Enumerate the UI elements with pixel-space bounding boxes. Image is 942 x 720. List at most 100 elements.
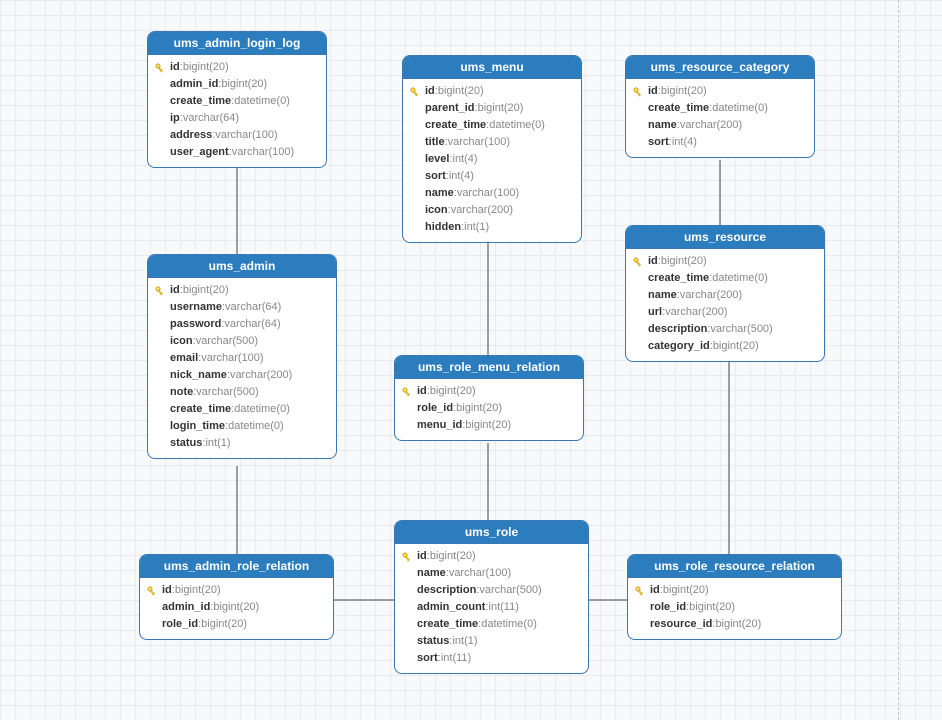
- column-row[interactable]: status: int(1): [401, 633, 582, 650]
- column-row[interactable]: category_id: bigint(20): [632, 338, 818, 355]
- column-name: create_time: [648, 270, 709, 287]
- column-row[interactable]: id: bigint(20): [401, 383, 577, 400]
- column-name: icon: [425, 202, 448, 219]
- column-row[interactable]: menu_id: bigint(20): [401, 417, 577, 434]
- column-row[interactable]: admin_id: bigint(20): [154, 76, 320, 93]
- column-row[interactable]: description: varchar(500): [401, 582, 582, 599]
- entity-ums_resource_category[interactable]: ums_resource_category id: bigint(20)creat…: [625, 55, 815, 158]
- column-row[interactable]: user_agent: varchar(100): [154, 144, 320, 161]
- column-row[interactable]: ip: varchar(64): [154, 110, 320, 127]
- column-row[interactable]: create_time: datetime(0): [632, 100, 808, 117]
- column-row[interactable]: parent_id: bigint(20): [409, 100, 575, 117]
- entity-ums_resource[interactable]: ums_resource id: bigint(20)create_time: d…: [625, 225, 825, 362]
- column-row[interactable]: role_id: bigint(20): [634, 599, 835, 616]
- column-row[interactable]: hidden: int(1): [409, 219, 575, 236]
- column-row[interactable]: status: int(1): [154, 435, 330, 452]
- column-type: datetime(0): [712, 270, 768, 287]
- column-row[interactable]: id: bigint(20): [634, 582, 835, 599]
- column-name: nick_name: [170, 367, 227, 384]
- column-row[interactable]: create_time: datetime(0): [154, 93, 320, 110]
- entity-ums_admin[interactable]: ums_admin id: bigint(20)username: varchar…: [147, 254, 337, 459]
- column-name: icon: [170, 333, 193, 350]
- column-row[interactable]: create_time: datetime(0): [632, 270, 818, 287]
- column-row[interactable]: admin_count: int(11): [401, 599, 582, 616]
- column-type: bigint(20): [663, 582, 709, 599]
- column-name: role_id: [650, 599, 686, 616]
- column-row[interactable]: name: varchar(100): [401, 565, 582, 582]
- column-name: sort: [425, 168, 446, 185]
- column-name: status: [170, 435, 202, 452]
- column-row[interactable]: sort: int(4): [409, 168, 575, 185]
- entity-body: id: bigint(20)admin_id: bigint(20)role_i…: [140, 578, 333, 639]
- entity-header[interactable]: ums_role_resource_relation: [628, 555, 841, 578]
- column-type: varchar(100): [232, 144, 294, 161]
- column-row[interactable]: id: bigint(20): [632, 83, 808, 100]
- column-row[interactable]: icon: varchar(500): [154, 333, 330, 350]
- column-name: description: [648, 321, 707, 338]
- column-row[interactable]: title: varchar(100): [409, 134, 575, 151]
- column-row[interactable]: create_time: datetime(0): [409, 117, 575, 134]
- column-row[interactable]: id: bigint(20): [154, 59, 320, 76]
- column-name: login_time: [170, 418, 225, 435]
- entity-ums_role[interactable]: ums_role id: bigint(20)name: varchar(100)…: [394, 520, 589, 674]
- column-name: status: [417, 633, 449, 650]
- column-name: sort: [648, 134, 669, 151]
- entity-ums_admin_login_log[interactable]: ums_admin_login_log id: bigint(20)admin_i…: [147, 31, 327, 168]
- entity-ums_role_menu_relation[interactable]: ums_role_menu_relation id: bigint(20)role…: [394, 355, 584, 441]
- column-row[interactable]: resource_id: bigint(20): [634, 616, 835, 633]
- entity-header[interactable]: ums_admin_role_relation: [140, 555, 333, 578]
- column-row[interactable]: create_time: datetime(0): [154, 401, 330, 418]
- column-row[interactable]: name: varchar(100): [409, 185, 575, 202]
- entity-ums_role_resource_relation[interactable]: ums_role_resource_relation id: bigint(20)…: [627, 554, 842, 640]
- entity-header[interactable]: ums_resource: [626, 226, 824, 249]
- column-row[interactable]: id: bigint(20): [146, 582, 327, 599]
- column-type: varchar(100): [457, 185, 519, 202]
- column-row[interactable]: id: bigint(20): [409, 83, 575, 100]
- column-row[interactable]: id: bigint(20): [154, 282, 330, 299]
- column-row[interactable]: role_id: bigint(20): [146, 616, 327, 633]
- column-type: bigint(20): [183, 59, 229, 76]
- entity-header[interactable]: ums_resource_category: [626, 56, 814, 79]
- column-row[interactable]: sort: int(11): [401, 650, 582, 667]
- column-row[interactable]: password: varchar(64): [154, 316, 330, 333]
- column-row[interactable]: email: varchar(100): [154, 350, 330, 367]
- column-row[interactable]: admin_id: bigint(20): [146, 599, 327, 616]
- column-row[interactable]: address: varchar(100): [154, 127, 320, 144]
- column-name: parent_id: [425, 100, 475, 117]
- er-diagram-canvas[interactable]: ums_admin_login_logid: bigint(20)admin_i…: [0, 0, 942, 720]
- entity-header[interactable]: ums_role_menu_relation: [395, 356, 583, 379]
- entity-header[interactable]: ums_admin: [148, 255, 336, 278]
- column-row[interactable]: role_id: bigint(20): [401, 400, 577, 417]
- column-type: varchar(200): [451, 202, 513, 219]
- entity-header[interactable]: ums_role: [395, 521, 588, 544]
- column-name: id: [425, 83, 435, 100]
- column-name: name: [648, 117, 677, 134]
- column-type: int(4): [449, 168, 474, 185]
- column-type: int(11): [441, 650, 471, 667]
- column-row[interactable]: create_time: datetime(0): [401, 616, 582, 633]
- entity-ums_menu[interactable]: ums_menu id: bigint(20)parent_id: bigint(…: [402, 55, 582, 243]
- column-type: varchar(100): [201, 350, 263, 367]
- column-row[interactable]: id: bigint(20): [632, 253, 818, 270]
- column-row[interactable]: note: varchar(500): [154, 384, 330, 401]
- column-row[interactable]: name: varchar(200): [632, 117, 808, 134]
- entity-header[interactable]: ums_admin_login_log: [148, 32, 326, 55]
- column-row[interactable]: id: bigint(20): [401, 548, 582, 565]
- column-type: bigint(20): [175, 582, 221, 599]
- column-row[interactable]: description: varchar(500): [632, 321, 818, 338]
- column-name: category_id: [648, 338, 710, 355]
- column-row[interactable]: nick_name: varchar(200): [154, 367, 330, 384]
- column-row[interactable]: name: varchar(200): [632, 287, 818, 304]
- column-row[interactable]: icon: varchar(200): [409, 202, 575, 219]
- column-row[interactable]: username: varchar(64): [154, 299, 330, 316]
- column-type: varchar(200): [680, 117, 742, 134]
- entity-ums_admin_role_relation[interactable]: ums_admin_role_relationid: bigint(20)adm…: [139, 554, 334, 640]
- primary-key-icon: [409, 86, 425, 98]
- column-type: datetime(0): [234, 93, 290, 110]
- column-row[interactable]: url: varchar(200): [632, 304, 818, 321]
- column-row[interactable]: login_time: datetime(0): [154, 418, 330, 435]
- column-row[interactable]: level: int(4): [409, 151, 575, 168]
- entity-header[interactable]: ums_menu: [403, 56, 581, 79]
- primary-key-icon: [632, 86, 648, 98]
- column-row[interactable]: sort: int(4): [632, 134, 808, 151]
